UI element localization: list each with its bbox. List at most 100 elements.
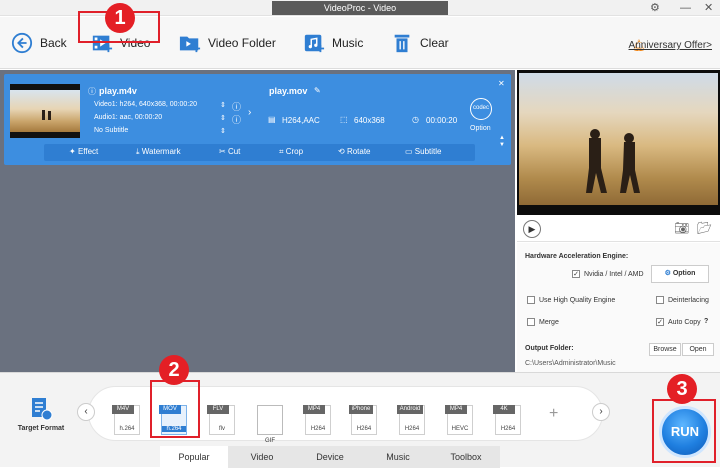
selected-format-highlight	[150, 380, 200, 438]
carousel-next-button[interactable]: ›	[592, 403, 610, 421]
cut-button[interactable]: ✂ Cut	[219, 147, 240, 156]
format-category-tabs: Popular Video Device Music Toolbox	[160, 446, 500, 468]
tab-music[interactable]: Music	[364, 446, 432, 468]
format-gif[interactable]: GIF	[257, 405, 283, 444]
codec-option-gear-icon[interactable]: codec	[470, 98, 492, 120]
format-file-icon: FLV flv	[207, 405, 235, 435]
tab-toolbox[interactable]: Toolbox	[432, 446, 500, 468]
format-mp4-hevc[interactable]: MP4 HEVC	[445, 405, 473, 435]
audio-track-info-icon[interactable]: ⓘ	[232, 113, 241, 126]
resolution-icon: ⬚	[340, 115, 348, 124]
format-flv[interactable]: FLV flv	[207, 405, 235, 435]
format-tag: Android	[397, 405, 423, 414]
video-track-stepper[interactable]: ⇕	[220, 101, 226, 109]
settings-panel: Hardware Acceleration Engine: ✓ Nvidia /…	[517, 243, 720, 372]
gif-image-icon	[257, 405, 283, 435]
output-folder-label: Output Folder:	[525, 345, 574, 352]
step-badge-3: 3	[667, 374, 697, 404]
anniversary-offer-link[interactable]: Anniversary Offer>	[629, 40, 712, 51]
format-iphone[interactable]: iPhone H264	[349, 405, 377, 435]
window-title: VideoProc - Video	[272, 1, 448, 15]
video-folder-label: Video Folder	[208, 36, 276, 50]
output-duration: 00:00:20	[426, 116, 458, 125]
output-resolution: 640x368	[354, 116, 385, 125]
file-list-area: ⓘ play.m4v Video1: h264, 640x368, 00:00:…	[0, 70, 515, 372]
tab-popular[interactable]: Popular	[160, 446, 228, 468]
camera-icon[interactable]: 📷︎	[674, 221, 689, 235]
format-mp4-h264[interactable]: MP4 H264	[303, 405, 331, 435]
format-file-icon: 4K H264	[493, 405, 521, 435]
add-format-icon[interactable]: +	[549, 405, 558, 423]
back-button[interactable]: Back	[10, 27, 67, 59]
scroll-up-icon[interactable]: ▲	[499, 135, 505, 141]
auto-copy-checkbox[interactable]: ✓	[656, 318, 664, 326]
help-icon[interactable]: ?	[704, 318, 708, 325]
deinterlacing-checkbox[interactable]	[656, 296, 664, 304]
info-icon[interactable]: ⓘ	[88, 86, 96, 97]
rotate-button[interactable]: ⟲ Rotate	[338, 147, 371, 156]
preview-frame	[519, 73, 718, 205]
codec-text: codec	[473, 105, 490, 111]
preview-controls: ▶ 📷︎ 📂︎	[517, 216, 720, 242]
hq-engine-checkbox[interactable]	[527, 296, 535, 304]
add-video-folder-button[interactable]: Video Folder	[178, 27, 276, 59]
video-track-info[interactable]: Video1: h264, 640x368, 00:00:20	[94, 101, 197, 108]
browse-button[interactable]: Browse	[649, 343, 681, 356]
step-badge-1: 1	[105, 3, 135, 33]
format-m4v[interactable]: M4V h.264	[112, 405, 140, 435]
subtitle-track-info[interactable]: No Subtitle	[94, 127, 128, 134]
play-icon[interactable]: ▶	[523, 220, 541, 238]
video-track-info-icon[interactable]: ⓘ	[232, 100, 241, 113]
rename-pencil-icon[interactable]: ✎	[314, 86, 321, 95]
chevron-right-icon: ›	[248, 107, 252, 118]
crop-icon: ⌗	[279, 147, 286, 156]
video-clip-card[interactable]: ⓘ play.m4v Video1: h264, 640x368, 00:00:…	[4, 74, 511, 165]
deinterlacing-label: Deinterlacing	[668, 297, 709, 304]
scroll-down-icon[interactable]: ▼	[499, 142, 505, 148]
effect-button[interactable]: ✦ Effect	[69, 147, 98, 156]
clear-button[interactable]: Clear	[390, 27, 449, 59]
hw-option-button[interactable]: ⚙ Option	[651, 265, 709, 283]
clock-icon: ◷	[412, 115, 419, 124]
minimize-icon[interactable]: —	[680, 0, 691, 16]
crop-button[interactable]: ⌗ Crop	[279, 147, 303, 157]
tab-device[interactable]: Device	[296, 446, 364, 468]
gear-icon: ⚙	[664, 270, 673, 277]
subtitle-icon: ▭	[405, 147, 415, 156]
output-folder-path: C:\Users\Administrator\Music	[525, 360, 616, 367]
format-android[interactable]: Android H264	[397, 405, 425, 435]
audio-track-info[interactable]: Audio1: aac, 00:00:20	[94, 114, 162, 121]
option-label[interactable]: Option	[470, 125, 491, 132]
format-file-icon: iPhone H264	[349, 405, 377, 435]
close-icon[interactable]: ✕	[704, 0, 713, 16]
folder-icon[interactable]: 📂︎	[697, 221, 712, 235]
output-file-name[interactable]: play.mov	[269, 86, 307, 96]
format-label: H264	[404, 426, 420, 432]
subtitle-track-stepper[interactable]: ⇕	[220, 127, 226, 135]
settings-icon[interactable]: ⚙	[650, 0, 660, 16]
nvidia-checkbox[interactable]: ✓	[572, 270, 580, 278]
subtitle-button[interactable]: ▭ Subtitle	[405, 147, 441, 156]
watermark-button[interactable]: ⤓ Watermark	[136, 147, 181, 157]
target-format-icon	[32, 398, 53, 421]
format-tag: iPhone	[349, 405, 373, 414]
format-4k[interactable]: 4K H264	[493, 405, 521, 435]
open-button[interactable]: Open	[682, 343, 714, 356]
tab-video[interactable]: Video	[228, 446, 296, 468]
back-arrow-icon	[11, 32, 33, 54]
format-file-icon: MP4 H264	[303, 405, 331, 435]
video-preview[interactable]	[517, 70, 720, 215]
subtitle-label: Subtitle	[414, 147, 442, 156]
merge-checkbox[interactable]	[527, 318, 535, 326]
format-file-icon: Android H264	[397, 405, 425, 435]
target-format-button[interactable]: Target Format	[14, 397, 68, 432]
format-label: H264	[500, 426, 516, 432]
carousel-prev-button[interactable]: ‹	[77, 403, 95, 421]
format-label: H264	[356, 426, 372, 432]
add-music-button[interactable]: Music	[302, 27, 363, 59]
audio-track-stepper[interactable]: ⇕	[220, 114, 226, 122]
close-clip-icon[interactable]: ✕	[498, 79, 505, 88]
source-file-name: play.m4v	[99, 86, 137, 96]
format-tag: FLV	[207, 405, 229, 414]
run-button[interactable]: RUN	[659, 406, 711, 458]
